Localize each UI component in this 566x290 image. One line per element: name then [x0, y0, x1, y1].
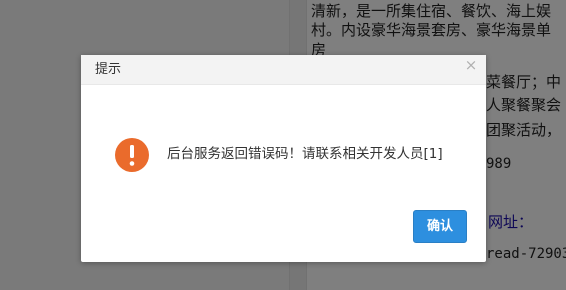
error-exclamation-icon: [114, 137, 150, 173]
confirm-button[interactable]: 确认: [413, 210, 467, 243]
screen: 清新，是一所集住宿、餐饮、海上娱 村。内设豪华海景套房、豪华海景单 房 菜餐厅；…: [0, 0, 566, 290]
dialog-message: 后台服务返回错误码！请联系相关开发人员[1]: [167, 146, 443, 162]
close-icon[interactable]: ×: [464, 57, 478, 73]
dialog-title: 提示: [95, 62, 122, 77]
alert-dialog: 提示 × 后台服务返回错误码！请联系相关开发人员[1] 确认: [81, 55, 486, 262]
dialog-header: 提示: [81, 55, 486, 85]
